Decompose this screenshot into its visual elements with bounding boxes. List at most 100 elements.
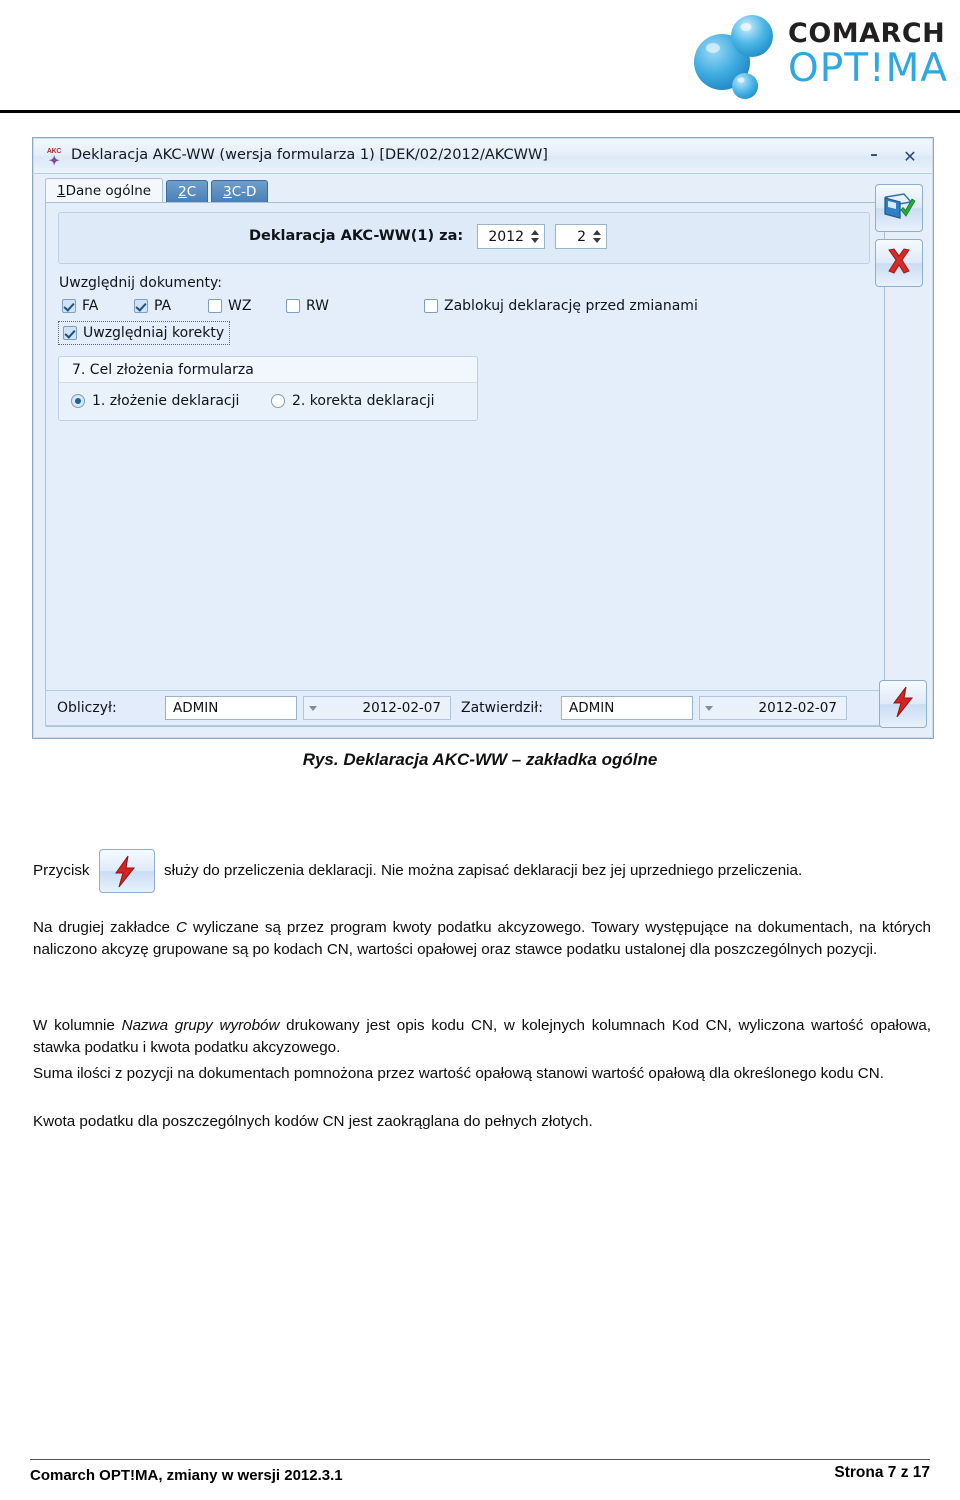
checkbox-wz-label: WZ xyxy=(228,298,252,314)
tab-dane-ogolne-label: Dane ogólne xyxy=(65,183,152,199)
calculated-date-field[interactable]: 2012-02-07 xyxy=(303,696,451,720)
tab-c-d[interactable]: 3 C-D xyxy=(211,180,269,203)
checkbox-corrections-label: Uwzględniaj korekty xyxy=(83,325,225,341)
screenshot-figure: AKC ✦ Deklaracja AKC-WW (wersja formularz… xyxy=(32,137,934,739)
radio-correct-box[interactable] xyxy=(271,394,285,408)
minimize-icon[interactable]: – xyxy=(862,144,886,168)
figure-caption: Rys. Deklaracja AKC-WW – zakładka ogólne xyxy=(302,750,658,769)
checkbox-pa-box[interactable] xyxy=(134,299,148,313)
inline-red-lightning-icon xyxy=(114,855,135,888)
dialog-title: Deklaracja AKC-WW (wersja formularza 1) … xyxy=(71,147,548,163)
logo-optima-text: OPT!MA xyxy=(788,46,949,91)
paragraph-sum: Suma ilości z pozycji na dokumentach pom… xyxy=(33,1065,884,1082)
logo-comarch-text: COMARCH xyxy=(788,18,946,49)
checkbox-lock-declaration[interactable]: Zablokuj deklarację przed zmianami xyxy=(424,298,698,314)
include-documents-label: Uwzględnij dokumenty: xyxy=(59,275,223,291)
tab-dane-ogolne[interactable]: 1 Dane ogólne xyxy=(45,178,164,203)
checkbox-lock-label: Zablokuj deklarację przed zmianami xyxy=(444,298,698,314)
cancel-button[interactable] xyxy=(875,239,923,287)
comarch-optima-logo: COMARCH OPT!MA xyxy=(686,8,948,100)
year-spinner[interactable]: 2012 xyxy=(477,224,545,249)
checkbox-rw-label: RW xyxy=(306,298,330,314)
month-value: 2 xyxy=(577,228,586,245)
radio-submit-label: 1. złożenie deklaracji xyxy=(92,393,240,409)
paragraph-suffix: służy do przeliczenia deklaracji. Nie mo… xyxy=(164,862,803,880)
month-spin-up-icon[interactable] xyxy=(592,230,601,235)
p2-part-a: W kolumnie xyxy=(33,1017,122,1034)
calculated-by-label: Obliczył: xyxy=(57,700,117,716)
form-purpose-header-label: 7. Cel złożenia formularza xyxy=(72,362,254,378)
dialog-footer-bar: Obliczył: ADMIN 2012-02-07 Zatwierdził: … xyxy=(45,690,885,726)
tab-strip: 1 Dane ogólne 2 C 3 C-D xyxy=(45,178,269,203)
year-spin-up-icon[interactable] xyxy=(530,230,539,235)
checkbox-rw[interactable]: RW xyxy=(286,298,329,314)
header-divider xyxy=(0,110,960,113)
calculated-by-input[interactable]: ADMIN xyxy=(165,696,297,720)
checkbox-wz-box[interactable] xyxy=(208,299,222,313)
tab-c-d-label: C-D xyxy=(231,184,257,200)
checkbox-lock-box[interactable] xyxy=(424,299,438,313)
page-header: COMARCH OPT!MA xyxy=(0,0,960,113)
paragraph-rounding: Kwota podatku dla poszczególnych kodów C… xyxy=(33,1113,593,1130)
year-spin-down-icon[interactable] xyxy=(530,238,539,243)
paragraph-columns: W kolumnie Nazwa grupy wyrobów drukowany… xyxy=(33,1015,931,1058)
tab-dane-ogolne-num: 1 xyxy=(57,183,66,199)
approved-date-dropdown-icon[interactable] xyxy=(705,705,713,711)
form-purpose-group: 7. Cel złożenia formularza 1. złożenie d… xyxy=(58,356,478,421)
recalculate-button[interactable] xyxy=(879,680,927,728)
logo-wordmark: COMARCH OPT!MA xyxy=(788,20,948,90)
month-spin-down-icon[interactable] xyxy=(592,238,601,243)
radio-correct-label: 2. korekta deklaracji xyxy=(292,393,435,409)
declaration-period-group: Deklaracja AKC-WW(1) za: 2012 2 xyxy=(58,212,870,264)
inline-recalculate-button-image xyxy=(98,849,155,893)
year-spinner-arrows[interactable] xyxy=(528,226,541,247)
checkbox-pa[interactable]: PA xyxy=(134,298,171,314)
radio-correct-declaration[interactable]: 2. korekta deklaracji xyxy=(271,393,435,409)
checkbox-fa-label: FA xyxy=(82,298,99,314)
month-spinner[interactable]: 2 xyxy=(555,224,607,249)
checkbox-pa-label: PA xyxy=(154,298,172,314)
window-controls: – ✕ xyxy=(862,144,922,168)
dialog-panel: Deklaracja AKC-WW(1) za: 2012 2 Uwzględn… xyxy=(45,202,885,727)
radio-submit-box[interactable] xyxy=(71,394,85,408)
checkbox-corrections-box[interactable] xyxy=(63,326,77,340)
tab-c[interactable]: 2 C xyxy=(166,180,209,203)
footer-divider xyxy=(30,1459,930,1460)
save-button[interactable] xyxy=(875,184,923,232)
footer-document-title: Comarch OPT!MA, zmiany w wersji 2012.3.1 xyxy=(30,1467,343,1484)
tab-c-label: C xyxy=(186,184,197,200)
dialog-titlebar: AKC ✦ Deklaracja AKC-WW (wersja formularz… xyxy=(34,139,932,174)
paragraph-tab-c: Na drugiej zakładce C wyliczane są przez… xyxy=(33,917,931,960)
approved-by-input[interactable]: ADMIN xyxy=(561,696,693,720)
paragraph-recalculate-button: Przycisk służy do przeliczenia deklaracj… xyxy=(33,849,931,893)
p1-italic-c: C xyxy=(176,919,187,936)
checkbox-fa-box[interactable] xyxy=(62,299,76,313)
p2-italic-column-name: Nazwa grupy wyrobów xyxy=(121,1017,280,1034)
comarch-molecule-logo-icon xyxy=(686,12,782,100)
year-value: 2012 xyxy=(488,228,524,245)
floppy-disk-check-icon xyxy=(882,190,916,227)
declaration-period-label: Deklaracja AKC-WW(1) za: xyxy=(249,228,464,244)
dialog-side-buttons xyxy=(875,184,927,294)
red-lightning-icon xyxy=(890,686,916,723)
calculated-date-dropdown-icon[interactable] xyxy=(309,705,317,711)
checkbox-include-corrections[interactable]: Uwzględniaj korekty xyxy=(58,321,231,345)
form-purpose-header: 7. Cel złożenia formularza xyxy=(59,357,477,383)
red-x-icon xyxy=(885,247,913,280)
approved-by-label: Zatwierdził: xyxy=(461,700,543,716)
akc-document-icon: AKC ✦ xyxy=(46,148,62,168)
checkbox-wz[interactable]: WZ xyxy=(208,298,251,314)
tab-c-d-num: 3 xyxy=(223,184,232,200)
approved-date-value: 2012-02-07 xyxy=(758,700,837,716)
calculated-date-value: 2012-02-07 xyxy=(362,700,441,716)
close-icon[interactable]: ✕ xyxy=(898,144,922,168)
checkbox-rw-box[interactable] xyxy=(286,299,300,313)
month-spinner-arrows[interactable] xyxy=(590,226,603,247)
paragraph-prefix: Przycisk xyxy=(33,862,90,880)
approved-date-field[interactable]: 2012-02-07 xyxy=(699,696,847,720)
footer-page-number: Strona 7 z 17 xyxy=(834,1464,930,1481)
checkbox-fa[interactable]: FA xyxy=(62,298,98,314)
tab-c-num: 2 xyxy=(178,184,187,200)
p1-part-a: Na drugiej zakładce xyxy=(33,919,177,936)
radio-submit-declaration[interactable]: 1. złożenie deklaracji xyxy=(71,393,239,409)
